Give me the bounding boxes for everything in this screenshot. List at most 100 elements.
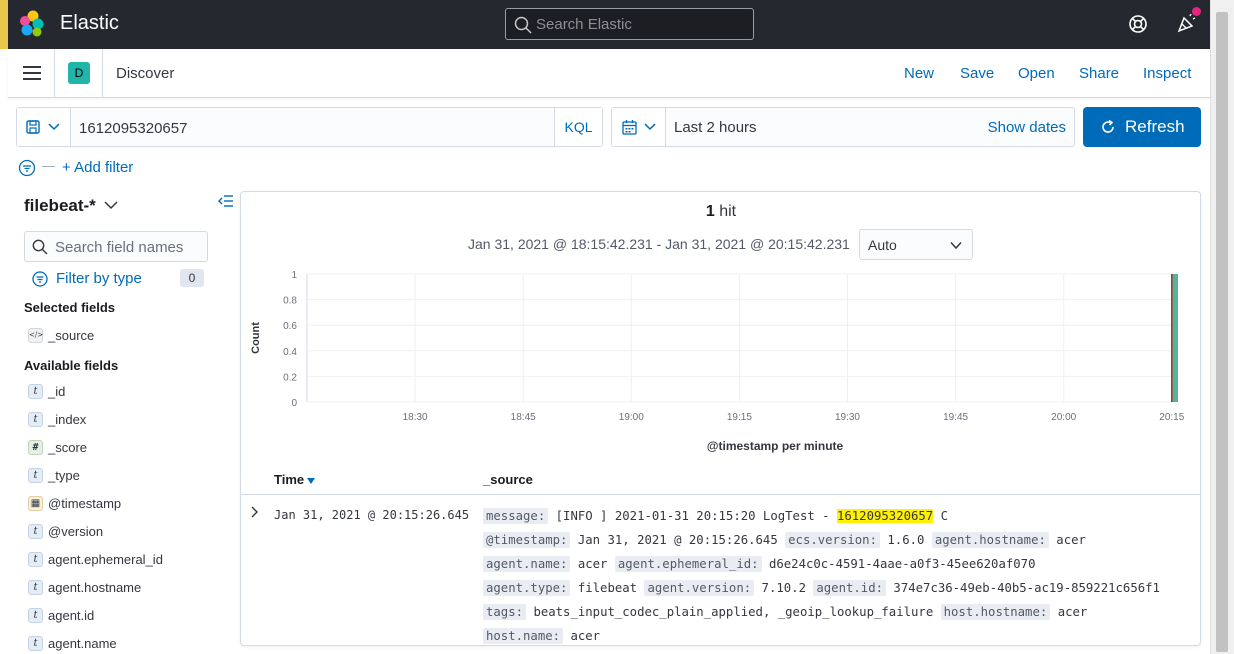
hit-count-label: hit [714, 203, 737, 220]
query-bar: KQL [16, 107, 603, 147]
brand-name[interactable]: Elastic [60, 12, 119, 35]
source-field-value: acer [577, 557, 608, 571]
index-pattern-selector[interactable]: filebeat-* [24, 196, 96, 216]
source-field-key: host.hostname: [940, 604, 1051, 620]
date-picker: Last 2 hours Show dates [611, 107, 1075, 147]
field-item[interactable]: ▦ @timestamp [28, 494, 228, 514]
menu-icon[interactable] [23, 66, 41, 80]
y-tick-label: 1 [291, 270, 297, 281]
chevron-down-icon [48, 123, 60, 131]
column-header-source[interactable]: _source [483, 472, 533, 487]
collapse-sidebar-icon[interactable] [218, 194, 234, 208]
field-item[interactable]: t agent.ephemeral_id [28, 550, 228, 570]
field-search-input[interactable] [55, 238, 203, 256]
field-item[interactable]: t agent.name [28, 634, 228, 654]
field-item[interactable]: # _score [28, 438, 228, 458]
source-field-value: Jan 31, 2021 @ 20:15:26.645 [577, 533, 778, 547]
help-icon[interactable] [1128, 14, 1148, 34]
page-scrollbar[interactable] [1210, 0, 1234, 654]
x-tick-label: 19:15 [727, 412, 752, 423]
source-field-value: acer [1056, 533, 1086, 547]
source-field-key: @timestamp: [483, 532, 571, 548]
quick-select-button[interactable] [612, 108, 666, 146]
global-search-input[interactable] [536, 13, 746, 35]
divider [54, 49, 55, 97]
filter-by-type-button[interactable]: Filter by type 0 [32, 269, 212, 291]
source-field-key: ecs.version: [785, 532, 880, 548]
search-icon [514, 16, 532, 34]
chevron-down-icon[interactable] [104, 200, 118, 210]
number-field-icon: # [28, 440, 43, 455]
y-tick-label: 0.4 [283, 347, 297, 358]
filter-count-badge: 0 [180, 269, 204, 287]
add-filter-button[interactable]: + Add filter [62, 159, 133, 176]
sort-down-icon[interactable] [307, 478, 315, 484]
refresh-button[interactable]: Refresh [1083, 107, 1201, 147]
field-name: agent.name [48, 636, 117, 651]
source-field-key: agent.id: [813, 580, 887, 596]
field-item[interactable]: t agent.hostname [28, 578, 228, 598]
filter-options-icon[interactable] [18, 159, 36, 177]
new-button[interactable]: New [904, 65, 934, 82]
y-tick-label: 0 [291, 398, 297, 409]
source-field-value: [INFO ] 2021-01-31 20:15:20 LogTest - [555, 509, 837, 523]
date-range-label[interactable]: Last 2 hours [674, 119, 757, 136]
histogram-bar [1171, 274, 1178, 402]
elastic-logo-icon[interactable] [18, 10, 46, 38]
interval-value: Auto [868, 237, 897, 253]
field-name: _type [48, 468, 80, 483]
field-name: agent.id [48, 608, 95, 623]
scrollbar-thumb[interactable] [1216, 12, 1228, 652]
field-name: _index [48, 412, 87, 427]
inspect-button[interactable]: Inspect [1143, 65, 1191, 82]
save-button[interactable]: Save [960, 65, 994, 82]
string-field-icon: t [28, 468, 43, 483]
source-field-value: d6e24c0c-4591-4aae-a0f3-45ee620af070 [768, 557, 1036, 571]
search-highlight: 1612095320657 [836, 509, 934, 523]
source-field: agent.ephemeral_id: d6e24c0c-4591-4aae-a… [614, 556, 1036, 572]
histogram-chart[interactable]: 0 0.2 0.4 0.6 0.8 1 18:30 18:45 19:00 19:15 19:30 1… [241, 262, 1201, 462]
selected-fields-title: Selected fields [24, 300, 116, 315]
source-field: agent.type: filebeat [483, 580, 637, 596]
source-field-key: agent.hostname: [931, 532, 1049, 548]
source-field-key: agent.ephemeral_id: [614, 556, 762, 572]
saved-query-button[interactable] [17, 108, 71, 146]
field-item[interactable]: t _index [28, 410, 228, 430]
field-item[interactable]: t @version [28, 522, 228, 542]
query-language-button[interactable]: KQL [554, 108, 602, 146]
filter-icon [32, 271, 48, 287]
show-dates-button[interactable]: Show dates [988, 119, 1066, 136]
interval-select[interactable]: Auto [859, 229, 973, 260]
x-tick-label: 19:00 [619, 412, 644, 423]
global-search[interactable] [505, 8, 754, 40]
field-item[interactable]: t _id [28, 382, 228, 402]
string-field-icon: t [28, 580, 43, 595]
x-tick-label: 19:30 [835, 412, 860, 423]
field-search[interactable] [24, 231, 208, 262]
field-item-source[interactable]: </> _source [28, 326, 228, 346]
expand-row-icon[interactable] [250, 506, 260, 518]
query-input[interactable] [79, 117, 549, 139]
field-item[interactable]: t agent.id [28, 606, 228, 626]
x-tick-label: 19:45 [943, 412, 968, 423]
source-field: message: [INFO ] 2021-01-31 20:15:20 Log… [483, 508, 948, 524]
x-axis-title: @timestamp per minute [707, 439, 844, 453]
source-field-value: acer [1057, 605, 1088, 619]
share-button[interactable]: Share [1079, 65, 1119, 82]
source-field: agent.name: acer [483, 556, 607, 572]
string-field-icon: t [28, 552, 43, 567]
chevron-down-icon [950, 241, 962, 250]
row-timestamp: Jan 31, 2021 @ 20:15:26.645 [274, 508, 470, 522]
source-field-key: agent.version: [644, 580, 755, 596]
app-header: D Discover New Save Open Share Inspect [8, 49, 1210, 98]
column-header-time[interactable]: Time [274, 472, 304, 487]
source-field: agent.version: 7.10.2 [644, 580, 806, 596]
calendar-icon [622, 120, 637, 135]
space-avatar[interactable]: D [68, 62, 90, 84]
string-field-icon: t [28, 412, 43, 427]
source-field: tags: beats_input_codec_plain_applied, _… [483, 604, 933, 620]
y-tick-label: 0.8 [283, 296, 297, 307]
field-item[interactable]: t _type [28, 466, 228, 486]
y-tick-label: 0.6 [283, 321, 297, 332]
open-button[interactable]: Open [1018, 65, 1055, 82]
